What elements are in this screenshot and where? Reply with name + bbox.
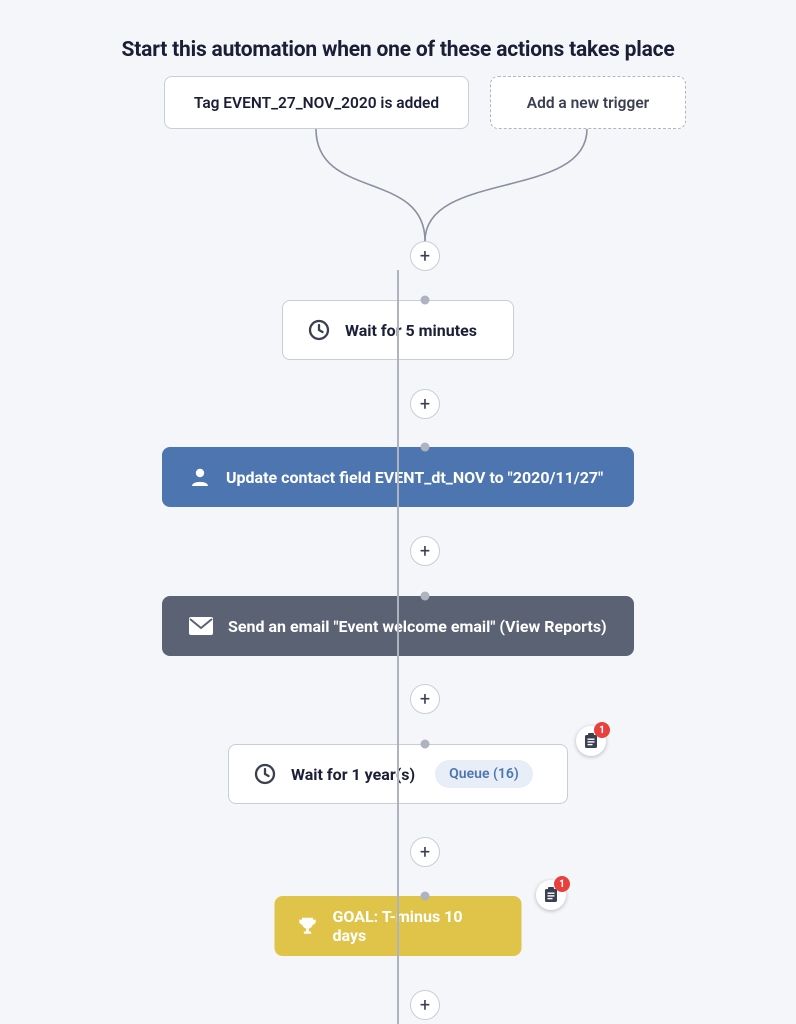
- add-step-button-4[interactable]: +: [410, 684, 440, 714]
- trigger-existing-label: Tag EVENT_27_NOV_2020 is added: [194, 94, 439, 112]
- add-step-button-1[interactable]: +: [410, 241, 440, 271]
- trigger-add-new-label: Add a new trigger: [527, 94, 650, 112]
- trigger-existing[interactable]: Tag EVENT_27_NOV_2020 is added: [164, 76, 469, 129]
- clock-icon: [253, 762, 277, 786]
- note-count-badge: 1: [594, 722, 610, 738]
- add-step-button-5[interactable]: +: [410, 837, 440, 867]
- trophy-icon: [297, 915, 319, 937]
- connector-vertical: [397, 270, 399, 1024]
- connector-dot: [421, 296, 430, 305]
- connector-dot: [421, 592, 430, 601]
- person-icon: [188, 465, 212, 489]
- note-badge-1[interactable]: 1: [576, 726, 606, 756]
- connector-dot: [421, 892, 430, 901]
- trigger-add-new[interactable]: Add a new trigger: [490, 76, 686, 129]
- add-step-button-3[interactable]: +: [410, 536, 440, 566]
- step-update-contact-label: Update contact field EVENT_dt_NOV to "20…: [226, 468, 603, 487]
- envelope-icon: [188, 616, 214, 636]
- queue-pill[interactable]: Queue (16): [435, 760, 533, 788]
- connector-dot: [421, 740, 430, 749]
- clock-icon: [307, 318, 331, 342]
- note-badge-2[interactable]: 1: [536, 880, 566, 910]
- add-step-button-2[interactable]: +: [410, 389, 440, 419]
- add-step-button-6[interactable]: +: [410, 990, 440, 1020]
- note-count-badge: 1: [554, 876, 570, 892]
- step-goal-label: GOAL: T-minus 10 days: [333, 907, 500, 945]
- automation-canvas: Start this automation when one of these …: [0, 0, 796, 1024]
- step-send-email-label: Send an email "Event welcome email" (Vie…: [228, 617, 607, 636]
- step-wait-5min-label: Wait for 5 minutes: [345, 321, 477, 340]
- header-title: Start this automation when one of these …: [0, 38, 796, 62]
- connector-dot: [421, 443, 430, 452]
